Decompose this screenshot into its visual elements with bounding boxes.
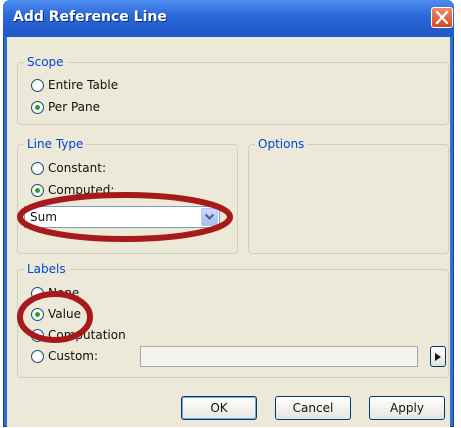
scope-entire-table-option[interactable]: Entire Table	[31, 77, 118, 93]
labels-value-radio[interactable]	[31, 307, 44, 321]
labels-computation-label: Computation	[48, 328, 126, 342]
dialog-window: Add Reference Line Scope Entire Table Pe…	[3, 0, 454, 427]
line-type-legend: Line Type	[24, 137, 87, 151]
scope-entire-table-label: Entire Table	[48, 78, 119, 92]
dropdown-arrow-button[interactable]	[201, 208, 218, 226]
labels-none-radio[interactable]	[31, 286, 44, 300]
close-icon	[435, 10, 449, 25]
scope-group: Scope	[17, 55, 449, 125]
scope-legend: Scope	[24, 55, 67, 69]
labels-custom-radio[interactable]	[31, 349, 44, 363]
apply-button[interactable]: Apply	[369, 396, 445, 420]
scope-per-pane-radio[interactable]	[31, 100, 44, 114]
labels-value-option[interactable]: Value	[31, 306, 81, 322]
custom-label-input[interactable]	[140, 346, 418, 367]
labels-none-label: None	[48, 286, 80, 300]
dialog-title: Add Reference Line	[13, 9, 167, 25]
labels-none-option[interactable]: None	[31, 285, 79, 301]
close-button[interactable]	[431, 7, 453, 28]
scope-per-pane-label: Per Pane	[48, 100, 100, 114]
line-type-computed-option[interactable]: Computed:	[31, 182, 114, 198]
line-type-constant-option[interactable]: Constant:	[31, 160, 106, 176]
labels-computation-option[interactable]: Computation	[31, 327, 126, 343]
triangle-right-icon	[435, 352, 441, 361]
computed-function-select[interactable]: Sum	[24, 206, 220, 228]
scope-entire-table-radio[interactable]	[31, 78, 44, 92]
title-bar[interactable]: Add Reference Line	[3, 0, 454, 37]
line-type-computed-label: Computed:	[48, 183, 115, 197]
labels-custom-label: Custom:	[48, 349, 99, 363]
cancel-button[interactable]: Cancel	[275, 396, 351, 420]
options-group: Options	[248, 137, 449, 254]
line-type-computed-radio[interactable]	[31, 183, 44, 197]
chevron-down-icon	[204, 213, 215, 220]
ok-button[interactable]: OK	[181, 396, 257, 420]
labels-value-label: Value	[48, 307, 81, 321]
dialog-body: Scope Entire Table Per Pane Line Type Co…	[7, 37, 450, 427]
options-legend: Options	[255, 137, 308, 151]
computed-function-value: Sum	[30, 210, 57, 224]
line-type-constant-label: Constant:	[48, 161, 106, 175]
scope-per-pane-option[interactable]: Per Pane	[31, 99, 100, 115]
labels-legend: Labels	[24, 262, 69, 276]
line-type-constant-radio[interactable]	[31, 161, 44, 175]
insert-field-button[interactable]	[430, 346, 446, 367]
labels-computation-radio[interactable]	[31, 328, 44, 342]
labels-custom-option[interactable]: Custom:	[31, 348, 98, 364]
